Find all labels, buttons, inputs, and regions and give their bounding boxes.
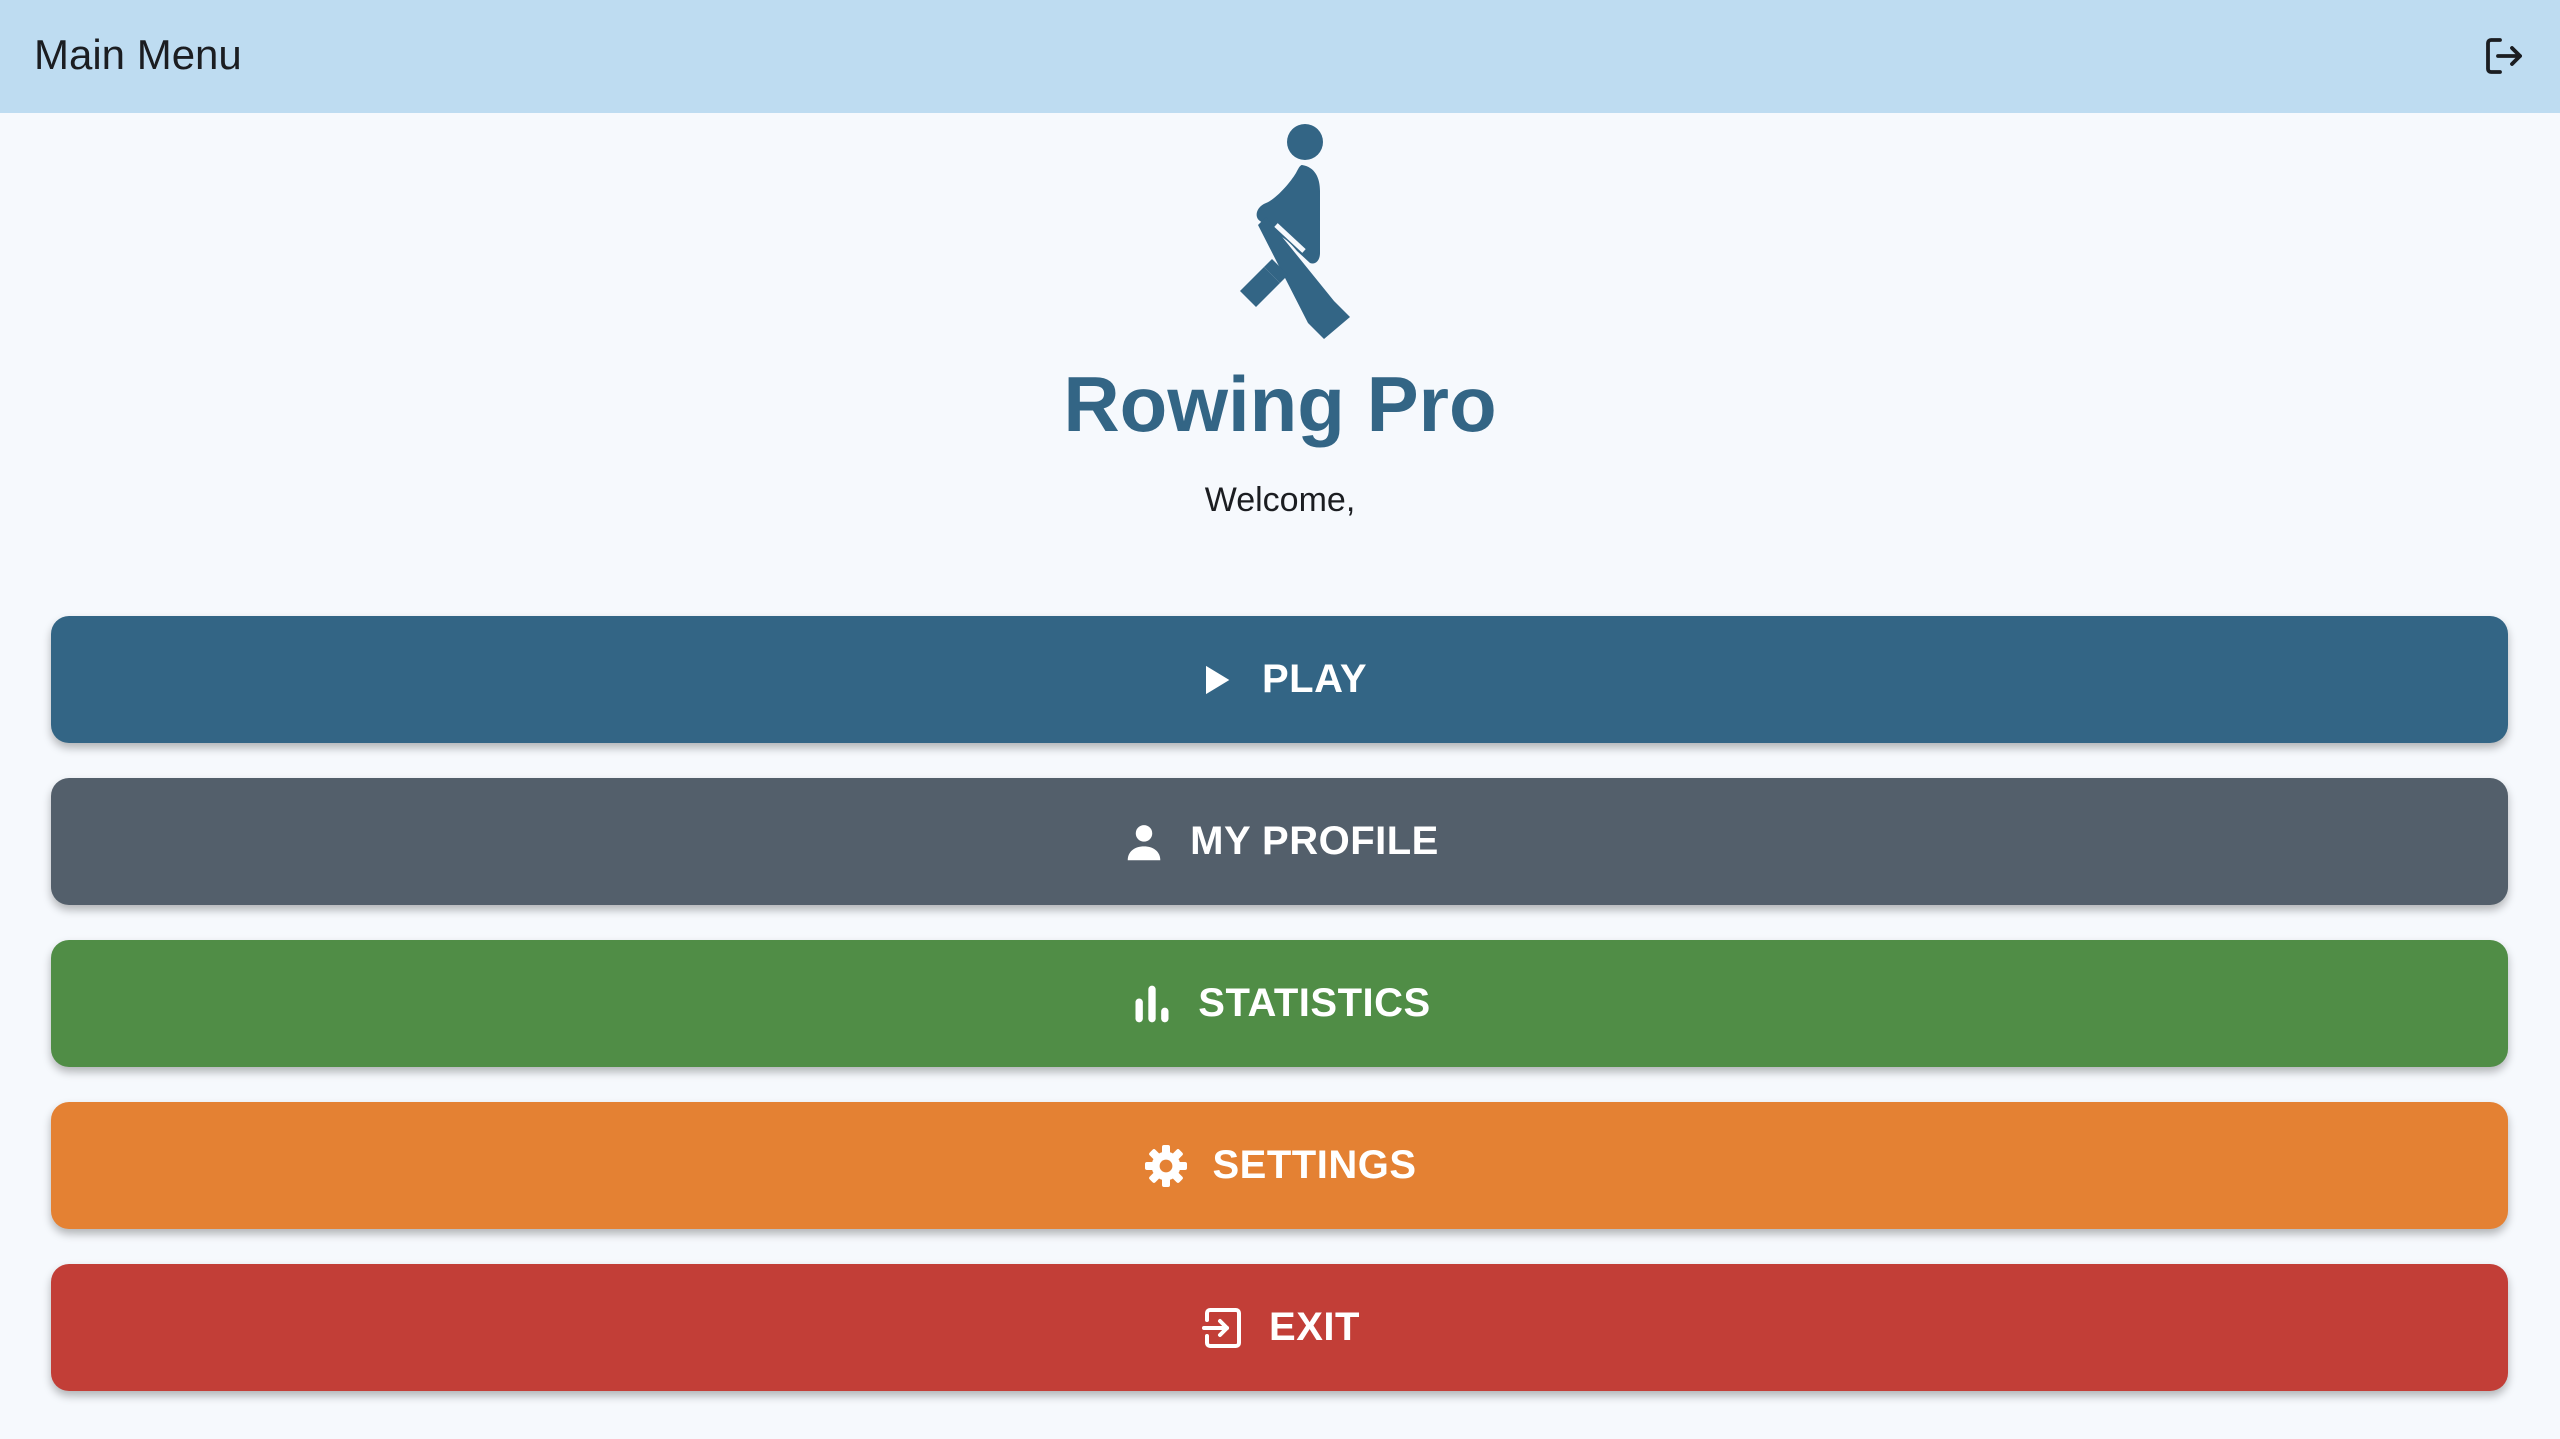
statistics-button[interactable]: STATISTICS xyxy=(51,940,2508,1067)
rowing-icon xyxy=(1240,124,1350,339)
main-menu: PLAY MY PROFILE STATISTICS SETTINGS EXIT xyxy=(51,616,2508,1426)
hero-section: Rowing Pro Welcome, xyxy=(0,113,2560,533)
exit-button-label: EXIT xyxy=(1269,1305,1360,1349)
bar-chart-icon xyxy=(1128,980,1176,1028)
play-button[interactable]: PLAY xyxy=(51,616,2508,743)
gear-icon xyxy=(1142,1142,1190,1190)
page-title: Main Menu xyxy=(34,31,242,78)
play-button-label: PLAY xyxy=(1261,657,1367,701)
statistics-button-label: STATISTICS xyxy=(1198,981,1431,1025)
welcome-text: Welcome, xyxy=(1204,481,1356,519)
play-icon xyxy=(1192,656,1240,704)
logout-button[interactable] xyxy=(2472,24,2536,88)
my-profile-button-label: MY PROFILE xyxy=(1190,819,1439,863)
settings-button-label: SETTINGS xyxy=(1212,1143,1417,1187)
person-icon xyxy=(1120,818,1168,866)
exit-button[interactable]: EXIT xyxy=(51,1264,2508,1391)
app-bar: Main Menu xyxy=(0,0,2560,113)
logout-icon xyxy=(2486,38,2522,74)
settings-button[interactable]: SETTINGS xyxy=(51,1102,2508,1229)
my-profile-button[interactable]: MY PROFILE xyxy=(51,778,2508,905)
exit-icon xyxy=(1199,1304,1247,1352)
app-title: Rowing Pro xyxy=(1063,360,1497,448)
